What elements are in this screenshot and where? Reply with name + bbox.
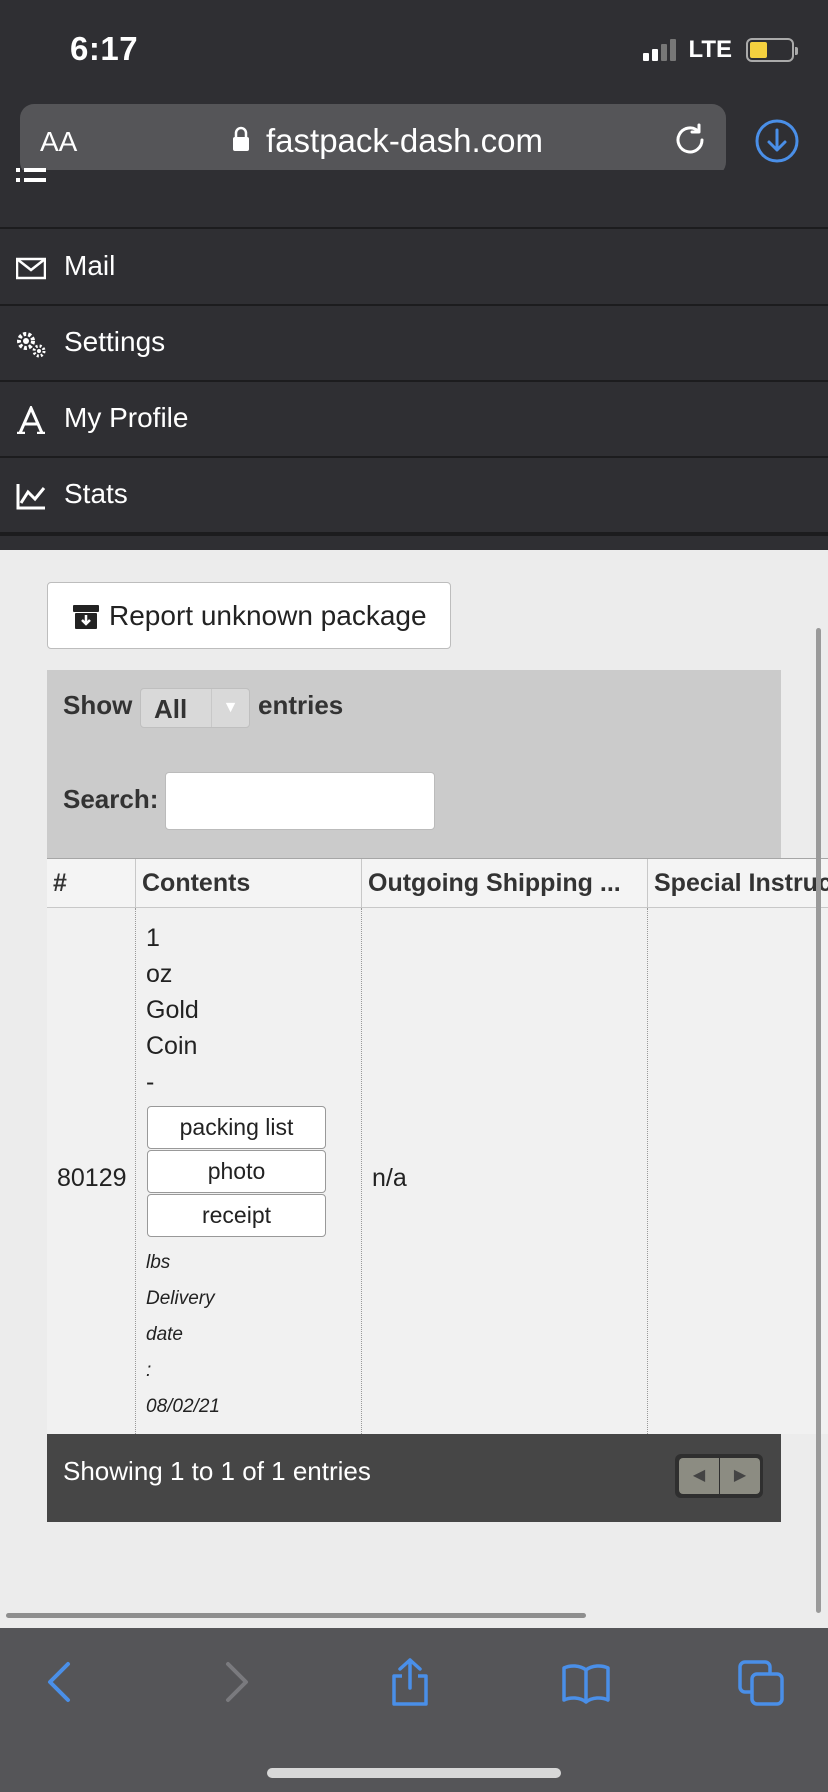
back-icon[interactable] xyxy=(36,1658,84,1706)
url-text: fastpack-dash.com xyxy=(266,122,543,159)
menu-item-my-profile[interactable]: My Profile xyxy=(0,382,828,458)
contents-line: 1 xyxy=(146,924,160,952)
column-header-id[interactable]: # xyxy=(47,859,135,909)
side-menu: Mail Settings My Profile Stats xyxy=(0,168,828,550)
menu-item-label: Stats xyxy=(64,478,128,509)
cell-contents: 1 oz Gold Coin - packing list photo rece… xyxy=(135,908,361,1434)
chevron-right-icon: ▶ xyxy=(733,1467,747,1484)
entries-label: entries xyxy=(258,690,344,720)
menu-item-stats[interactable]: Stats xyxy=(0,458,828,534)
search-input[interactable] xyxy=(165,772,435,830)
mail-icon xyxy=(16,257,46,280)
packages-table: # Contents Outgoing Shipping ... Special… xyxy=(47,858,828,1434)
status-bar: 6:17 LTE xyxy=(0,0,828,100)
previous-page-button[interactable]: ◀ xyxy=(679,1458,719,1494)
tabs-icon[interactable] xyxy=(738,1658,786,1706)
column-header-special-instructions[interactable]: Special Instruc xyxy=(647,859,828,909)
pagination: ◀ ▶ xyxy=(675,1454,763,1498)
report-button-label: Report unknown package xyxy=(109,600,427,631)
contents-line: - xyxy=(146,1068,155,1096)
menu-item-label: Mail xyxy=(64,250,116,281)
letter-a-icon xyxy=(17,406,45,434)
archive-box-icon xyxy=(73,605,99,629)
package-id: 80129 xyxy=(57,1164,127,1192)
status-indicators: LTE xyxy=(643,36,798,64)
next-page-button[interactable]: ▶ xyxy=(720,1458,760,1494)
browser-toolbar xyxy=(0,1628,828,1792)
chevron-left-icon: ◀ xyxy=(692,1467,706,1484)
contents-line: Coin xyxy=(146,1032,198,1060)
entries-select[interactable]: All ▼ xyxy=(140,688,250,728)
table-footer: Showing 1 to 1 of 1 entries ◀ ▶ xyxy=(47,1434,781,1522)
gears-icon xyxy=(17,332,46,358)
packing-list-button[interactable]: packing list xyxy=(147,1106,326,1149)
contents-line: Gold xyxy=(146,996,199,1024)
home-indicator[interactable] xyxy=(267,1768,561,1778)
horizontal-scrollbar[interactable] xyxy=(6,1613,586,1618)
table-header: # Contents Outgoing Shipping ... Special… xyxy=(47,858,828,909)
outgoing-shipping-value: n/a xyxy=(372,1164,407,1192)
text-size-button[interactable]: AA xyxy=(40,126,77,158)
search-label: Search: xyxy=(63,784,159,814)
chevron-down-icon: ▼ xyxy=(211,689,249,727)
entries-select-value: All xyxy=(154,694,188,724)
delivery-date: 08/02/21 xyxy=(146,1396,220,1417)
contents-line: oz xyxy=(146,960,173,988)
cell-outgoing-shipping: n/a xyxy=(361,908,647,1434)
table-controls: Show All ▼ entries Search: xyxy=(47,670,781,858)
text-size-label: AA xyxy=(40,126,78,157)
status-time: 6:17 xyxy=(70,30,139,67)
main-content: Report unknown package Show All ▼ entrie… xyxy=(0,550,828,1628)
address-bar[interactable]: AA fastpack-dash.com xyxy=(20,104,726,176)
app-root: 6:17 LTE AA fastpack-dash.com Mail Setti… xyxy=(0,0,828,1792)
menu-item-label: My Profile xyxy=(64,402,189,433)
receipt-button[interactable]: receipt xyxy=(147,1194,326,1237)
list-icon xyxy=(16,168,46,182)
menu-item-help-partial[interactable] xyxy=(0,168,828,229)
cell-special-instructions xyxy=(647,908,828,1434)
menu-divider xyxy=(0,534,828,550)
photo-button[interactable]: photo xyxy=(147,1150,326,1193)
detail-line: lbs xyxy=(146,1252,171,1273)
lock-icon xyxy=(233,126,249,151)
share-icon[interactable] xyxy=(386,1658,434,1706)
detail-line: Delivery xyxy=(146,1288,215,1309)
menu-item-mail[interactable]: Mail xyxy=(0,230,828,306)
forward-icon[interactable] xyxy=(212,1658,260,1706)
column-header-outgoing-shipping[interactable]: Outgoing Shipping ... xyxy=(361,859,647,909)
vertical-scrollbar[interactable] xyxy=(816,628,821,1613)
line-chart-icon xyxy=(16,484,46,510)
battery-icon xyxy=(746,38,798,62)
menu-item-settings[interactable]: Settings xyxy=(0,306,828,382)
table-row[interactable]: 80129 1 oz Gold Coin - packing list phot… xyxy=(47,908,828,1434)
signal-icon xyxy=(643,39,677,61)
detail-line: date xyxy=(146,1324,183,1345)
reload-icon[interactable] xyxy=(672,122,708,158)
show-label: Show xyxy=(63,690,133,720)
report-unknown-package-button[interactable]: Report unknown package xyxy=(47,582,451,649)
cell-id: 80129 xyxy=(47,908,135,1434)
download-icon[interactable] xyxy=(754,118,800,164)
detail-line: : xyxy=(146,1360,152,1381)
bookmarks-icon[interactable] xyxy=(562,1658,610,1706)
menu-item-label: Settings xyxy=(64,326,166,357)
table-info: Showing 1 to 1 of 1 entries xyxy=(63,1456,371,1486)
column-header-contents[interactable]: Contents xyxy=(135,859,361,909)
network-label: LTE xyxy=(688,36,732,63)
